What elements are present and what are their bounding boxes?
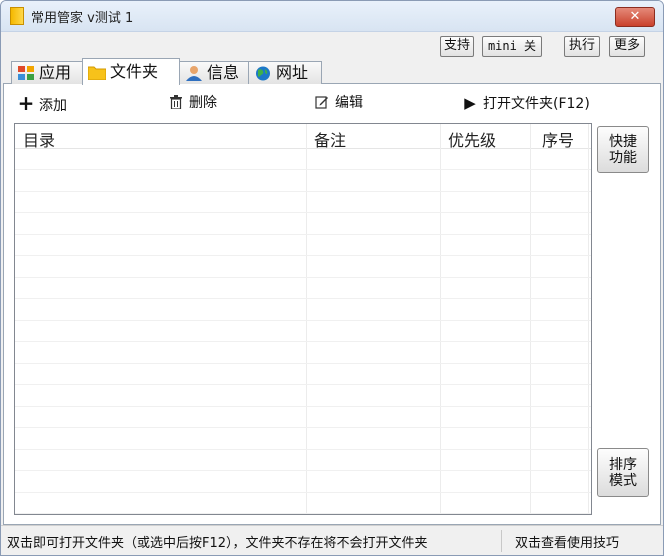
quick-function-button[interactable]: 快捷功能: [597, 126, 649, 173]
more-button[interactable]: 更多: [609, 36, 645, 57]
tab-folder-label: 文件夹: [110, 62, 159, 81]
main-window: 常用管家 v测试 1 ✕ 支持 mini 关 执行 更多 应用 文件夹 信息 网…: [0, 0, 664, 556]
app-icon: [10, 7, 24, 25]
column-divider[interactable]: [440, 124, 441, 514]
row-separator: [15, 449, 591, 450]
execute-button[interactable]: 执行: [564, 36, 600, 57]
row-separator: [15, 212, 591, 213]
add-button[interactable]: + 添加: [17, 91, 67, 115]
status-bar: 双击即可打开文件夹（或选中后按F12），文件夹不存在将不会打开文件夹 双击查看使…: [1, 525, 663, 555]
folder-list[interactable]: 目录 备注 优先级 序号: [14, 123, 592, 515]
title-bar[interactable]: 常用管家 v测试 1 ✕: [1, 1, 663, 32]
column-divider[interactable]: [306, 124, 307, 514]
open-folder-button[interactable]: ▶ 打开文件夹(F12): [461, 93, 590, 113]
row-separator: [15, 427, 591, 428]
user-icon: [186, 66, 202, 81]
edit-button[interactable]: 编辑: [313, 93, 363, 113]
open-folder-label: 打开文件夹(F12): [483, 96, 590, 112]
window-title: 常用管家 v测试 1: [31, 11, 134, 26]
delete-label: 删除: [189, 95, 217, 111]
col-priority[interactable]: 优先级: [448, 127, 496, 151]
row-separator: [15, 169, 591, 170]
row-separator: [15, 255, 591, 256]
tab-info[interactable]: 信息: [179, 61, 249, 84]
tab-apps-label: 应用: [39, 63, 72, 82]
col-directory[interactable]: 目录: [23, 127, 55, 151]
row-separator: [15, 363, 591, 364]
tab-url[interactable]: 网址: [248, 61, 322, 84]
row-separator: [15, 191, 591, 192]
edit-icon: [313, 93, 331, 113]
trash-icon: [167, 93, 185, 113]
add-label: 添加: [39, 98, 67, 114]
tab-folder[interactable]: 文件夹: [82, 58, 180, 85]
apps-icon: [18, 66, 34, 80]
row-separator: [15, 470, 591, 471]
col-note[interactable]: 备注: [314, 127, 346, 151]
row-separator: [15, 277, 591, 278]
tab-info-label: 信息: [207, 63, 240, 82]
sort-mode-button[interactable]: 排序模式: [597, 448, 649, 497]
plus-icon: +: [17, 91, 35, 115]
support-button[interactable]: 支持: [440, 36, 474, 57]
quick-function-label: 快捷功能: [609, 133, 637, 166]
mini-close-button[interactable]: mini 关: [482, 36, 542, 57]
globe-icon: [256, 66, 270, 81]
sort-mode-label: 排序模式: [609, 456, 637, 489]
row-separator: [15, 513, 591, 514]
row-separator: [15, 234, 591, 235]
delete-button[interactable]: 删除: [167, 93, 217, 113]
folder-icon: [88, 66, 106, 80]
row-separator: [15, 320, 591, 321]
tab-apps[interactable]: 应用: [11, 61, 83, 84]
col-index[interactable]: 序号: [542, 127, 574, 151]
usage-tips-link[interactable]: 双击查看使用技巧: [515, 532, 619, 551]
list-header: 目录 备注 优先级 序号: [15, 124, 591, 151]
column-divider: [588, 124, 589, 514]
edit-label: 编辑: [335, 95, 363, 111]
row-separator: [15, 298, 591, 299]
status-hint: 双击即可打开文件夹（或选中后按F12），文件夹不存在将不会打开文件夹: [7, 536, 428, 551]
row-separator: [15, 341, 591, 342]
row-separator: [15, 492, 591, 493]
row-separator: [15, 384, 591, 385]
column-divider[interactable]: [530, 124, 531, 514]
tab-url-label: 网址: [276, 63, 309, 82]
close-button[interactable]: ✕: [615, 7, 655, 27]
play-icon: ▶: [464, 94, 476, 112]
row-separator: [15, 406, 591, 407]
status-divider: [501, 530, 502, 552]
